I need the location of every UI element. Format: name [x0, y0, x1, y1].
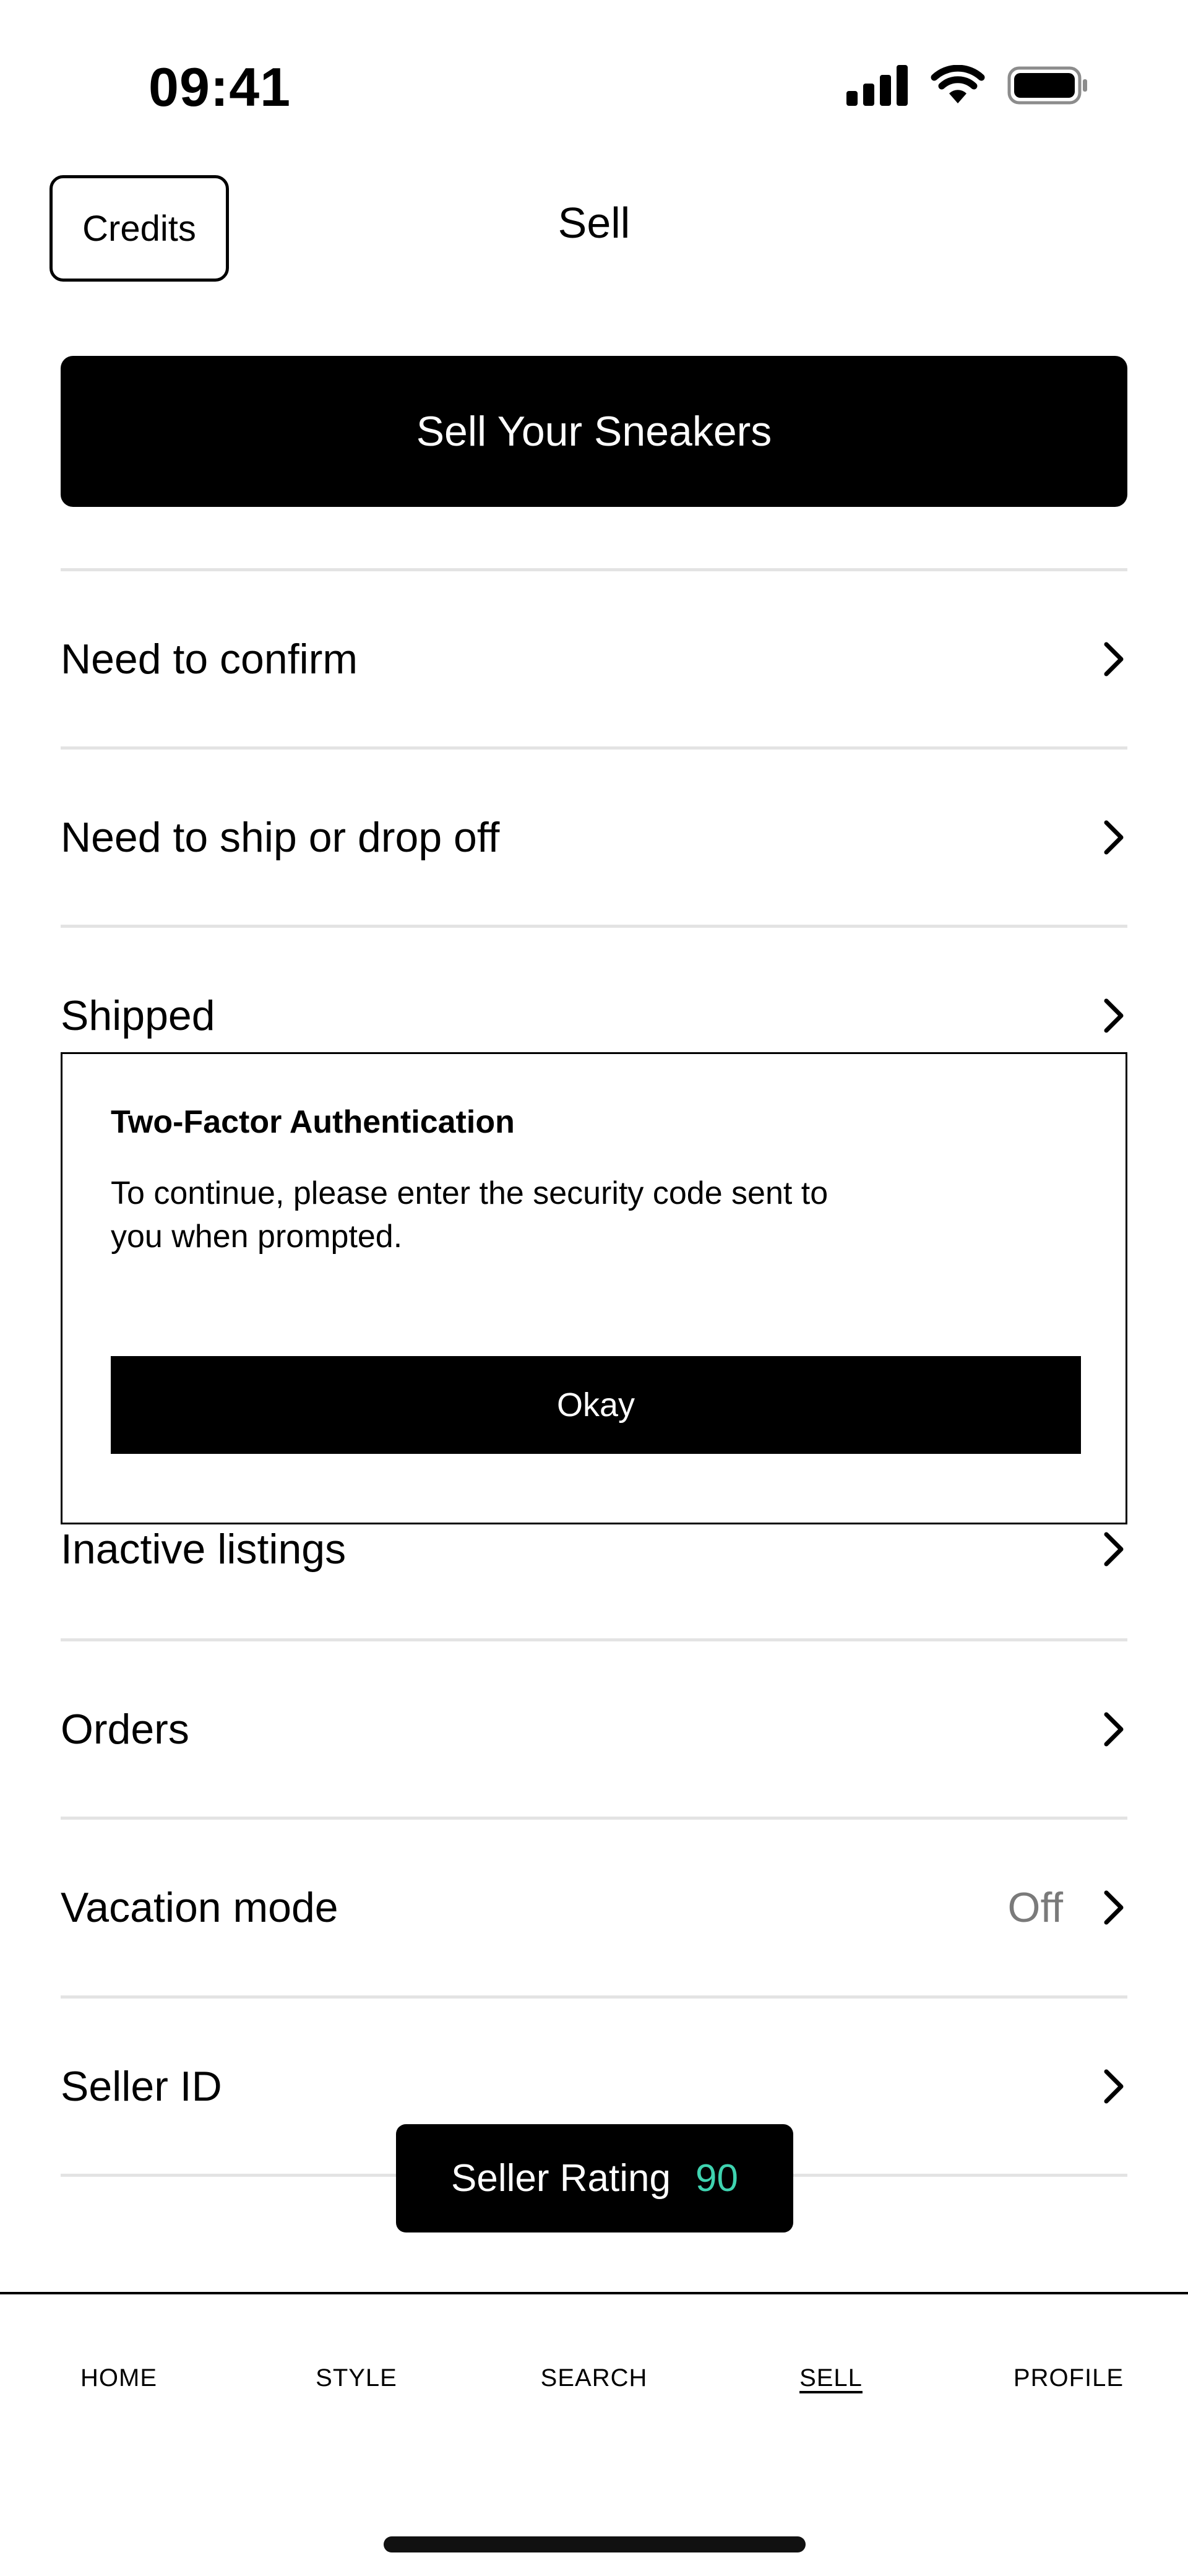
nav-profile[interactable]: PROFILE	[1014, 2364, 1124, 2392]
nav-style[interactable]: STYLE	[316, 2364, 397, 2392]
menu-row-label: Shipped	[61, 992, 215, 1039]
nav-divider	[0, 2292, 1188, 2294]
nav-sell[interactable]: SELL	[799, 2364, 863, 2392]
status-icons	[846, 65, 1089, 106]
menu-row-label: Orders	[61, 1705, 189, 1753]
seller-rating-label: Seller Rating	[451, 2157, 671, 2200]
menu-row-label: Need to confirm	[61, 635, 358, 683]
menu-row-label: Inactive listings	[61, 1526, 346, 1573]
page-title: Sell	[557, 199, 631, 247]
chevron-right-icon	[1100, 819, 1127, 856]
seller-rating-badge[interactable]: Seller Rating 90	[396, 2124, 793, 2232]
okay-button[interactable]: Okay	[111, 1356, 1081, 1454]
cellular-signal-icon	[846, 65, 908, 106]
chevron-right-icon	[1100, 641, 1127, 678]
modal-message: To continue, please enter the security c…	[111, 1172, 915, 1258]
menu-row-label: Need to ship or drop off	[61, 813, 500, 861]
two-factor-modal: Two-Factor Authentication To continue, p…	[61, 1052, 1127, 1524]
chevron-right-icon	[1100, 997, 1127, 1034]
nav-search[interactable]: SEARCH	[541, 2364, 648, 2392]
status-time: 09:41	[148, 56, 291, 118]
wifi-icon	[931, 65, 985, 103]
modal-message-line: you when prompted.	[111, 1219, 403, 1255]
bottom-nav: HOME STYLE SEARCH SELL PROFILE	[0, 2364, 1188, 2401]
chevron-right-icon	[1100, 2068, 1127, 2105]
menu-row-label: Seller ID	[61, 2062, 222, 2110]
menu-row-vacation-mode[interactable]: Vacation mode Off	[61, 1817, 1127, 1995]
seller-rating-value: 90	[695, 2157, 738, 2200]
vacation-mode-status: Off	[1007, 1883, 1063, 1931]
chevron-right-icon	[1100, 1889, 1127, 1926]
sell-screen: 09:41 Credits Sell Sell Your Sneakers Ne…	[0, 0, 1188, 2576]
chevron-right-icon	[1100, 1531, 1127, 1568]
menu-row-need-to-ship[interactable]: Need to ship or drop off	[61, 746, 1127, 925]
home-indicator	[384, 2536, 806, 2552]
menu-row-orders[interactable]: Orders	[61, 1638, 1127, 1817]
menu-row-need-to-confirm[interactable]: Need to confirm	[61, 568, 1127, 746]
battery-icon	[1007, 66, 1087, 105]
nav-home[interactable]: HOME	[80, 2364, 157, 2392]
menu-row-label: Vacation mode	[61, 1883, 338, 1931]
sell-your-sneakers-button[interactable]: Sell Your Sneakers	[61, 356, 1127, 507]
modal-message-line: To continue, please enter the security c…	[111, 1175, 829, 1211]
chevron-right-icon	[1100, 1711, 1127, 1748]
modal-title: Two-Factor Authentication	[111, 1104, 515, 1140]
